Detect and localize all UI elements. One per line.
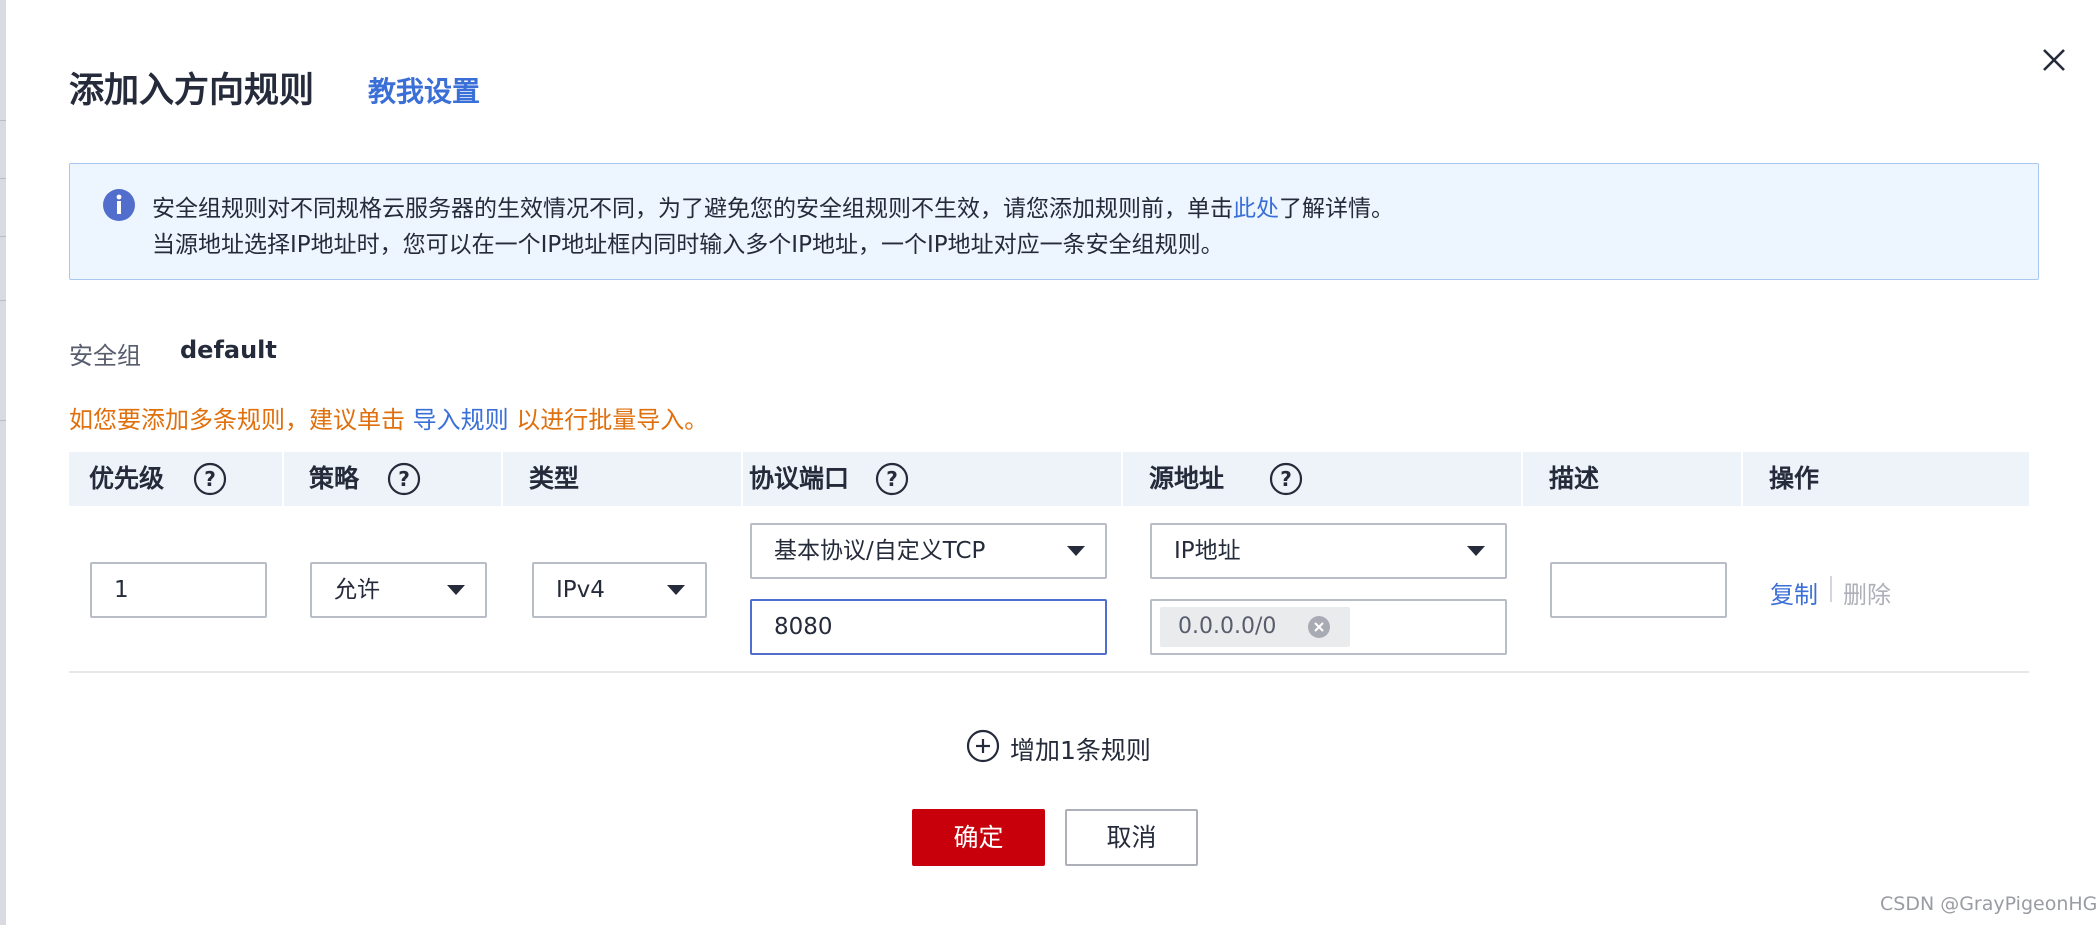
header-separator — [501, 452, 503, 506]
delete-rule-link: 删除 — [1843, 581, 1891, 609]
watermark: CSDN @GrayPigeonHGH — [1880, 893, 2098, 915]
protocol-select[interactable]: 基本协议/自定义TCP — [750, 523, 1107, 579]
batch-import-hint: 如您要添加多条规则，建议单击 导入规则 以进行批量导入。 — [69, 400, 708, 435]
source-type-select[interactable]: IP地址 — [1150, 523, 1507, 579]
header-separator — [1741, 452, 1743, 506]
svg-text:?: ? — [398, 467, 410, 491]
cancel-button[interactable]: 取消 — [1065, 809, 1198, 866]
add-rule-label: 增加1条规则 — [1010, 736, 1151, 765]
row-divider — [69, 671, 2029, 673]
source-ip-input[interactable]: 0.0.0.0/0 — [1150, 599, 1507, 655]
header-type: 类型 — [529, 464, 580, 493]
description-input[interactable] — [1550, 562, 1727, 618]
background-divider — [0, 178, 6, 179]
protocol-value: 基本协议/自定义TCP — [774, 538, 986, 564]
chevron-down-icon — [1467, 546, 1485, 556]
question-icon[interactable]: ? — [875, 462, 909, 496]
notice-text: 安全组规则对不同规格云服务器的生效情况不同，为了避免您的安全组规则不生效，请您添… — [152, 196, 1233, 222]
header-separator — [1121, 452, 1123, 506]
action-divider — [1830, 576, 1832, 602]
chevron-down-icon — [447, 585, 465, 595]
notice-line-2: 当源地址选择IP地址时，您可以在一个IP地址框内同时输入多个IP地址，一个IP地… — [152, 232, 1224, 258]
copy-rule-link[interactable]: 复制 — [1770, 575, 1818, 610]
strategy-select[interactable]: 允许 — [310, 562, 487, 618]
dialog-title: 添加入方向规则 — [69, 71, 315, 111]
hint-text: 以进行批量导入。 — [508, 406, 709, 434]
info-icon — [103, 189, 135, 221]
security-group-value: default — [180, 336, 277, 364]
source-ip-value: 0.0.0.0/0 — [1178, 614, 1277, 639]
background-divider — [0, 120, 6, 121]
strategy-value: 允许 — [334, 577, 380, 603]
header-source: 源地址 — [1149, 464, 1225, 493]
question-icon[interactable]: ? — [193, 462, 227, 496]
background-divider — [0, 420, 6, 421]
svg-text:?: ? — [886, 467, 898, 491]
background-page-edge — [0, 0, 6, 925]
notice-line-1: 安全组规则对不同规格云服务器的生效情况不同，为了避免您的安全组规则不生效，请您添… — [152, 189, 1394, 223]
notice-details-link[interactable]: 此处 — [1233, 196, 1279, 222]
table-header: 优先级 ? 策略 ? 类型 协议端口 ? 源地址 ? 描述 操作 — [69, 452, 2029, 506]
close-icon[interactable] — [2034, 40, 2074, 80]
header-actions: 操作 — [1769, 464, 1820, 493]
remove-tag-icon[interactable] — [1308, 616, 1330, 638]
priority-input[interactable]: 1 — [90, 562, 267, 618]
source-ip-tag: 0.0.0.0/0 — [1160, 607, 1350, 647]
header-separator — [282, 452, 284, 506]
security-group-label: 安全组 — [69, 342, 141, 370]
header-separator — [741, 452, 743, 506]
chevron-down-icon — [667, 585, 685, 595]
question-icon[interactable]: ? — [387, 462, 421, 496]
confirm-button[interactable]: 确定 — [912, 809, 1045, 866]
header-description: 描述 — [1549, 464, 1600, 493]
question-icon[interactable]: ? — [1269, 462, 1303, 496]
header-separator — [1521, 452, 1523, 506]
notice-text: 了解详情。 — [1279, 196, 1394, 222]
header-protocol-port: 协议端口 — [749, 464, 850, 493]
type-value: IPv4 — [556, 577, 605, 603]
import-rules-link[interactable]: 导入规则 — [413, 406, 509, 434]
header-priority: 优先级 — [89, 464, 165, 493]
type-select[interactable]: IPv4 — [532, 562, 707, 618]
plus-circle-icon — [966, 729, 1000, 763]
hint-text: 如您要添加多条规则，建议单击 — [69, 406, 413, 434]
background-divider — [0, 236, 6, 237]
info-notice: 安全组规则对不同规格云服务器的生效情况不同，为了避免您的安全组规则不生效，请您添… — [69, 163, 2039, 280]
header-strategy: 策略 — [309, 464, 360, 493]
help-link[interactable]: 教我设置 — [368, 70, 480, 110]
svg-text:?: ? — [204, 467, 216, 491]
chevron-down-icon — [1067, 546, 1085, 556]
port-input[interactable]: 8080 — [750, 599, 1107, 655]
svg-text:?: ? — [1280, 467, 1292, 491]
background-divider — [0, 300, 6, 301]
source-type-value: IP地址 — [1174, 538, 1241, 564]
